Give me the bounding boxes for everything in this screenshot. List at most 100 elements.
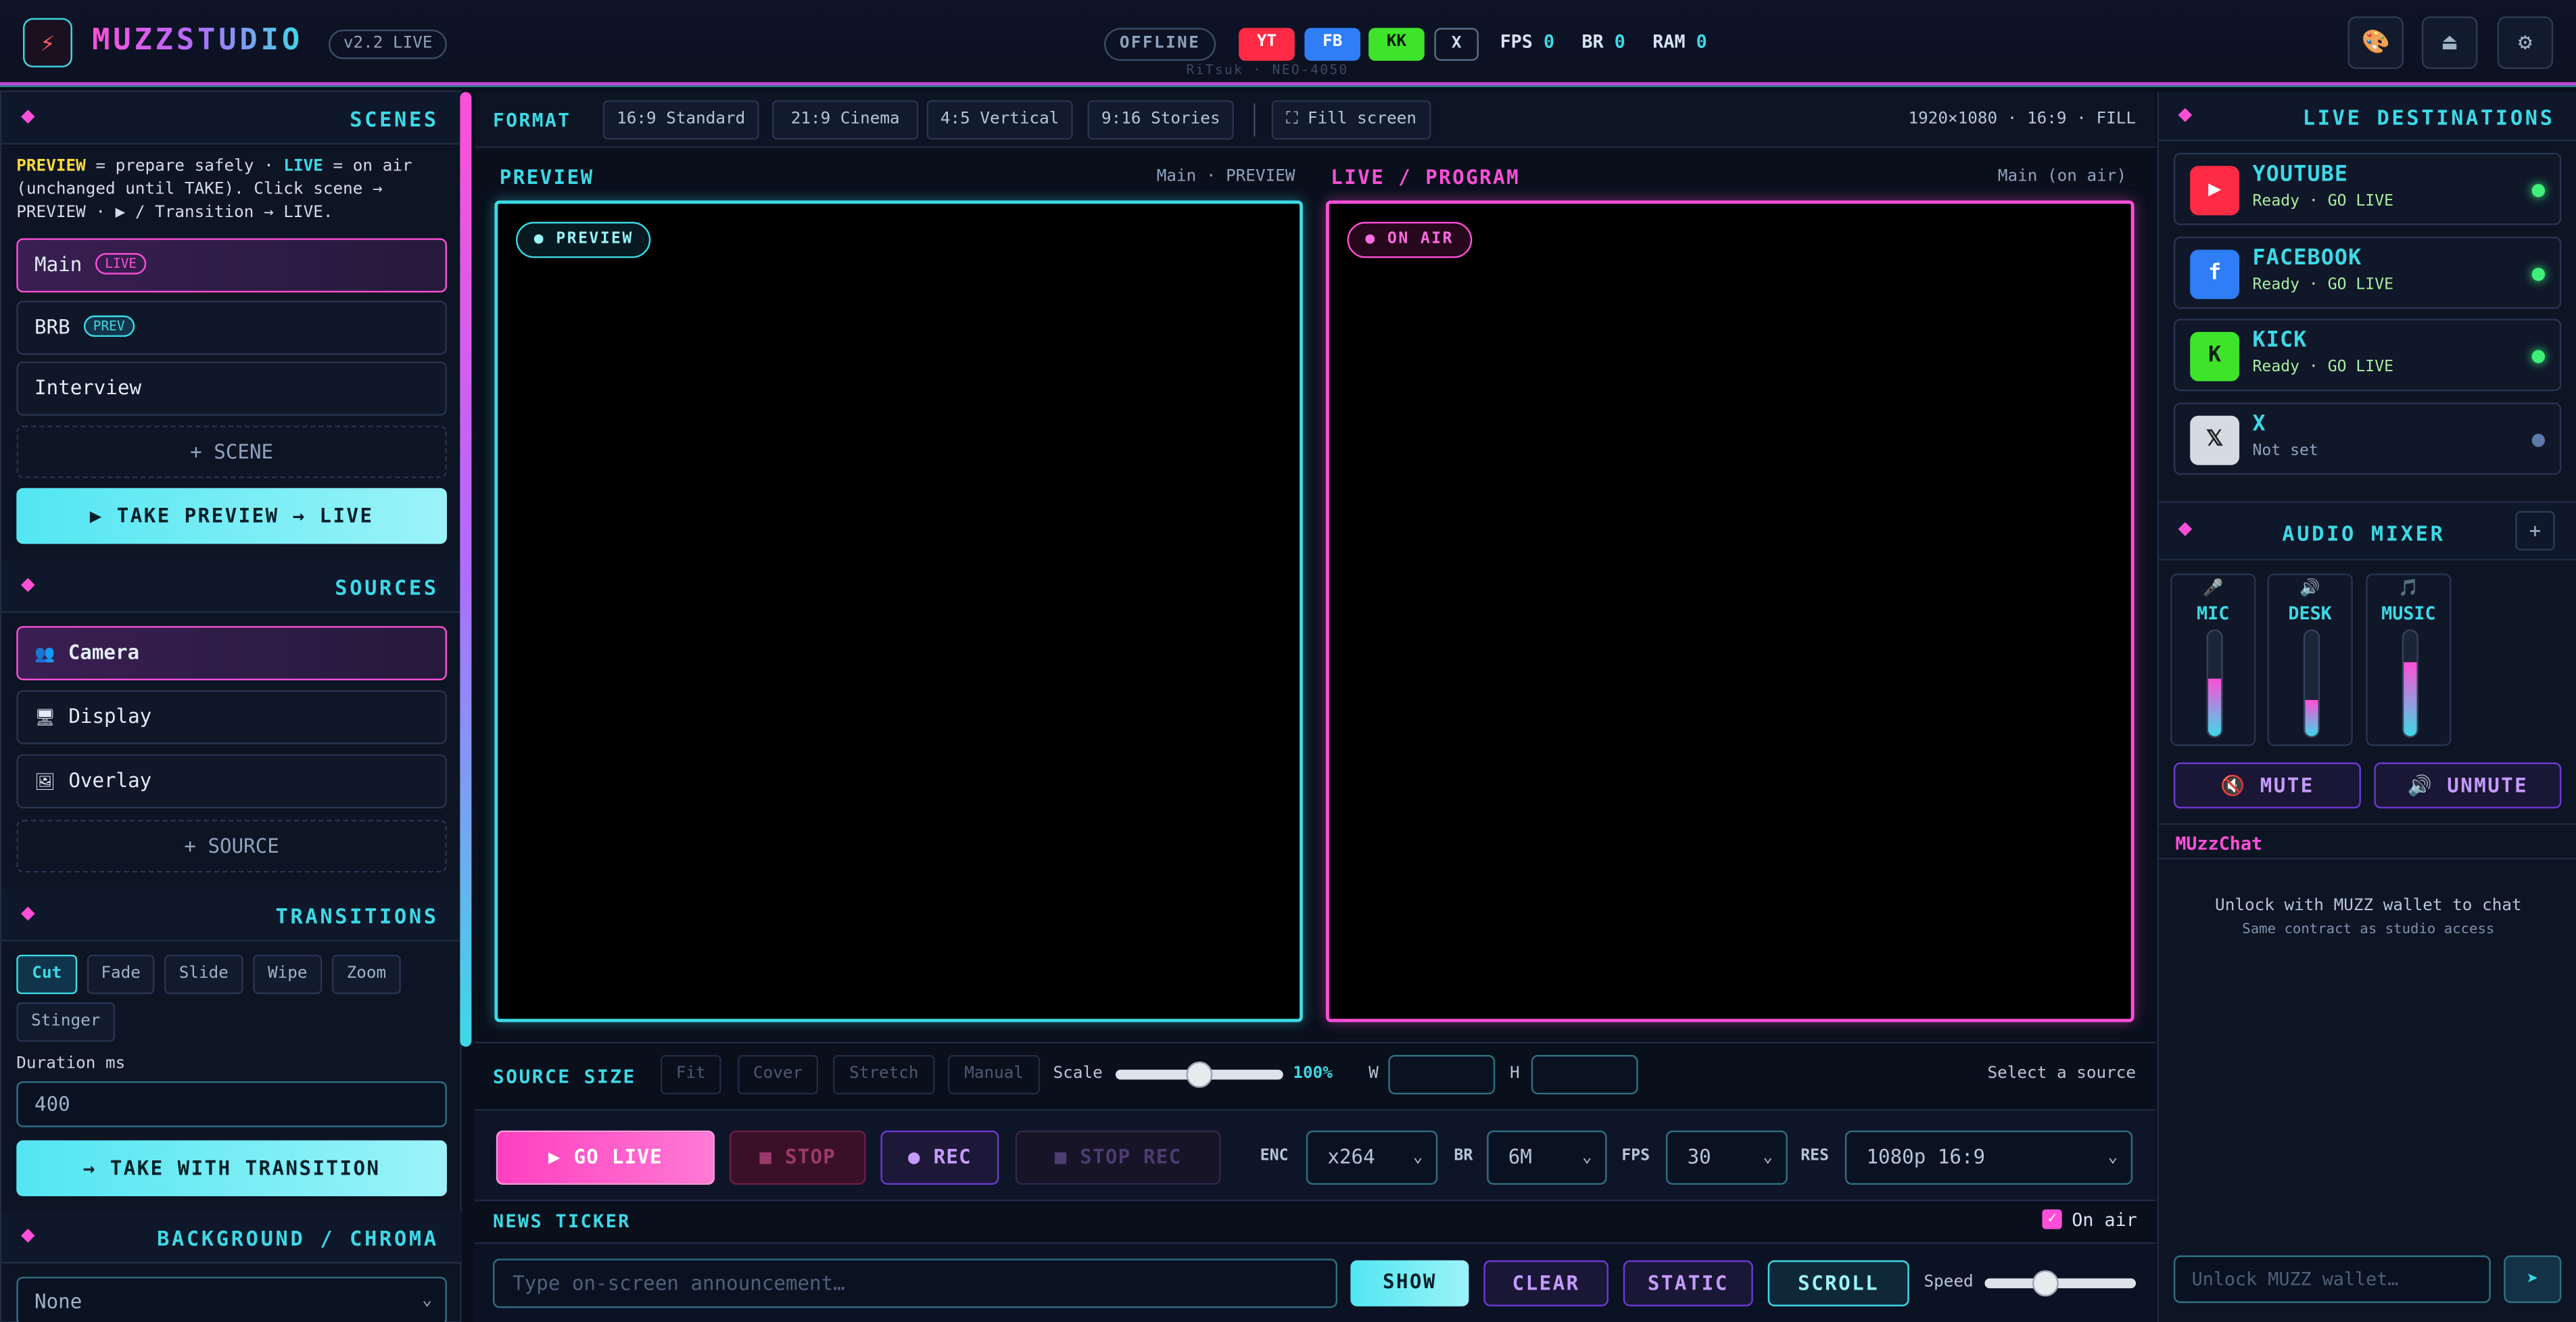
format-9-16[interactable]: 9:16 Stories <box>1087 100 1234 140</box>
program-monitor[interactable]: ● ON AIR <box>1326 200 2134 1022</box>
transition-stinger[interactable]: Stinger <box>16 1002 116 1042</box>
divider <box>1254 103 1256 137</box>
fps-select[interactable]: 30 ⌄ <box>1666 1130 1788 1185</box>
on-air-checkbox[interactable]: ✓ <box>2042 1209 2062 1229</box>
platform-kk-badge[interactable]: KK <box>1368 28 1425 61</box>
go-live-button[interactable]: ▶ GO LIVE <box>496 1130 715 1185</box>
brand-name: MUZZSTUDIO <box>92 23 304 58</box>
transition-cut[interactable]: Cut <box>16 954 78 995</box>
status-led <box>2531 268 2546 281</box>
transition-slide[interactable]: Slide <box>164 954 243 995</box>
camera-icon: 👥 <box>34 645 55 664</box>
scene-item-main[interactable]: Main LIVE <box>16 238 447 293</box>
scene-item-brb[interactable]: BRB PREV <box>16 300 447 355</box>
destination-kick[interactable]: K KICK Ready · GO LIVE <box>2173 318 2562 392</box>
ram-value: 0 <box>1696 31 1707 53</box>
destination-facebook[interactable]: f FACEBOOK Ready · GO LIVE <box>2173 236 2562 309</box>
duration-input[interactable]: 400 <box>16 1081 447 1127</box>
mixer-title: AUDIO MIXER <box>2282 521 2446 546</box>
connection-status: OFFLINE <box>1103 28 1216 61</box>
platform-yt-badge[interactable]: YT <box>1239 28 1295 61</box>
height-input[interactable] <box>1531 1055 1638 1095</box>
eject-icon: ⏏ <box>2442 29 2457 56</box>
transition-zoom[interactable]: Zoom <box>331 954 401 995</box>
platform-fb-badge[interactable]: FB <box>1304 28 1361 61</box>
live-tag: LIVE <box>95 253 147 275</box>
source-item-display[interactable]: 🖥 Display <box>16 690 447 745</box>
static-button[interactable]: STATIC <box>1623 1260 1753 1306</box>
chat-input[interactable]: Unlock MUZZ wallet… <box>2173 1255 2491 1303</box>
add-channel-button[interactable]: + <box>2515 511 2555 551</box>
take-preview-live-button[interactable]: ▶ TAKE PREVIEW → LIVE <box>16 488 447 544</box>
chevron-down-icon: ⌄ <box>2107 1148 2118 1167</box>
transition-wipe[interactable]: Wipe <box>253 954 323 995</box>
add-scene-button[interactable]: + SCENE <box>16 425 447 479</box>
fill-screen-button[interactable]: ⛶ Fill screen <box>1271 100 1431 140</box>
format-21-9[interactable]: 21:9 Cinema <box>772 100 919 140</box>
ram-label: RAM <box>1652 31 1686 53</box>
news-ticker-label: NEWS TICKER <box>493 1210 631 1233</box>
kick-icon: K <box>2190 331 2240 381</box>
transitions-title: TRANSITIONS <box>275 903 439 928</box>
platform-x-badge[interactable]: X <box>1434 28 1479 61</box>
left-scrollbar[interactable] <box>460 92 472 1047</box>
format-4-5[interactable]: 4:5 Vertical <box>926 100 1073 140</box>
eject-button[interactable]: ⏏ <box>2421 16 2478 70</box>
bitrate-select[interactable]: 6M ⌄ <box>1487 1130 1607 1185</box>
top-bar: ⚡ MUZZSTUDIO v2.2 LIVE OFFLINE YT FB KK … <box>0 0 2576 87</box>
announcement-input[interactable]: Type on-screen announcement… <box>493 1258 1338 1308</box>
stop-button[interactable]: ■ STOP <box>729 1130 866 1185</box>
mixer-channel-mic[interactable]: 🎤 MIC <box>2170 573 2256 747</box>
chat-lock-subtext: Same contract as studio access <box>2242 922 2495 939</box>
show-button[interactable]: SHOW <box>1350 1260 1469 1306</box>
sources-title: SOURCES <box>335 575 439 600</box>
destination-youtube[interactable]: ▶ YOUTUBE Ready · GO LIVE <box>2173 152 2562 225</box>
br-label: BR <box>1581 31 1604 53</box>
size-stretch[interactable]: Stretch <box>833 1055 935 1095</box>
source-item-overlay[interactable]: 🖼 Overlay <box>16 754 447 809</box>
preview-monitor[interactable]: ● PREVIEW <box>494 200 1303 1022</box>
scene-name: Main <box>34 253 82 277</box>
preview-badge: ● PREVIEW <box>516 222 652 258</box>
program-title: LIVE / PROGRAM <box>1331 166 1521 189</box>
palette-button[interactable]: 🎨 <box>2347 16 2404 70</box>
width-input[interactable] <box>1388 1055 1496 1095</box>
size-fit[interactable]: Fit <box>660 1055 721 1095</box>
resolution-label: RES <box>1800 1147 1830 1165</box>
record-button[interactable]: ● REC <box>880 1130 999 1185</box>
scroll-button[interactable]: SCROLL <box>1767 1260 1909 1306</box>
take-with-transition-button[interactable]: → TAKE WITH TRANSITION <box>16 1140 447 1197</box>
speed-slider-thumb[interactable] <box>2032 1270 2059 1297</box>
size-cover[interactable]: Cover <box>738 1055 819 1095</box>
add-source-button[interactable]: + SOURCE <box>16 820 447 873</box>
background-select[interactable]: None ⌄ <box>16 1277 447 1322</box>
clear-button[interactable]: CLEAR <box>1483 1260 1608 1306</box>
size-manual[interactable]: Manual <box>948 1055 1041 1095</box>
news-ticker-bar: Type on-screen announcement… SHOW CLEAR … <box>475 1242 2156 1322</box>
scene-item-interview[interactable]: Interview <box>16 361 447 416</box>
scale-slider-thumb[interactable] <box>1186 1061 1213 1088</box>
mute-button[interactable]: 🔇 MUTE <box>2173 762 2361 809</box>
settings-button[interactable]: ⚙ <box>2497 16 2554 70</box>
preview-title: PREVIEW <box>499 166 594 189</box>
destinations-title: LIVE DESTINATIONS <box>2302 105 2555 130</box>
sources-header: SOURCES <box>1 560 462 613</box>
speed-slider[interactable] <box>1984 1278 2136 1289</box>
right-panel: LIVE DESTINATIONS ▶ YOUTUBE Ready · GO L… <box>2157 92 2576 1322</box>
resolution-select[interactable]: 1080p 16:9 ⌄ <box>1844 1130 2133 1185</box>
chevron-down-icon: ⌄ <box>1582 1148 1592 1167</box>
encoder-select[interactable]: x264 ⌄ <box>1306 1130 1438 1185</box>
app-logo: ⚡ <box>23 18 72 68</box>
diamond-icon <box>21 110 35 124</box>
unmute-button[interactable]: 🔊 UNMUTE <box>2374 762 2562 809</box>
send-button[interactable]: ➤ <box>2504 1255 2562 1303</box>
mixer-channel-music[interactable]: 🎵 MUSIC <box>2366 573 2452 747</box>
transition-fade[interactable]: Fade <box>87 954 155 995</box>
mixer-channel-desk[interactable]: 🔊 DESK <box>2267 573 2353 747</box>
chevron-down-icon: ⌄ <box>1412 1148 1423 1167</box>
chat-header: MUzzChat <box>2159 823 2576 859</box>
stop-record-button[interactable]: ■ STOP REC <box>1015 1130 1221 1185</box>
format-16-9[interactable]: 16:9 Standard <box>602 100 759 140</box>
source-item-camera[interactable]: 👥 Camera <box>16 625 447 681</box>
destination-x[interactable]: 𝕏 X Not set <box>2173 402 2562 475</box>
